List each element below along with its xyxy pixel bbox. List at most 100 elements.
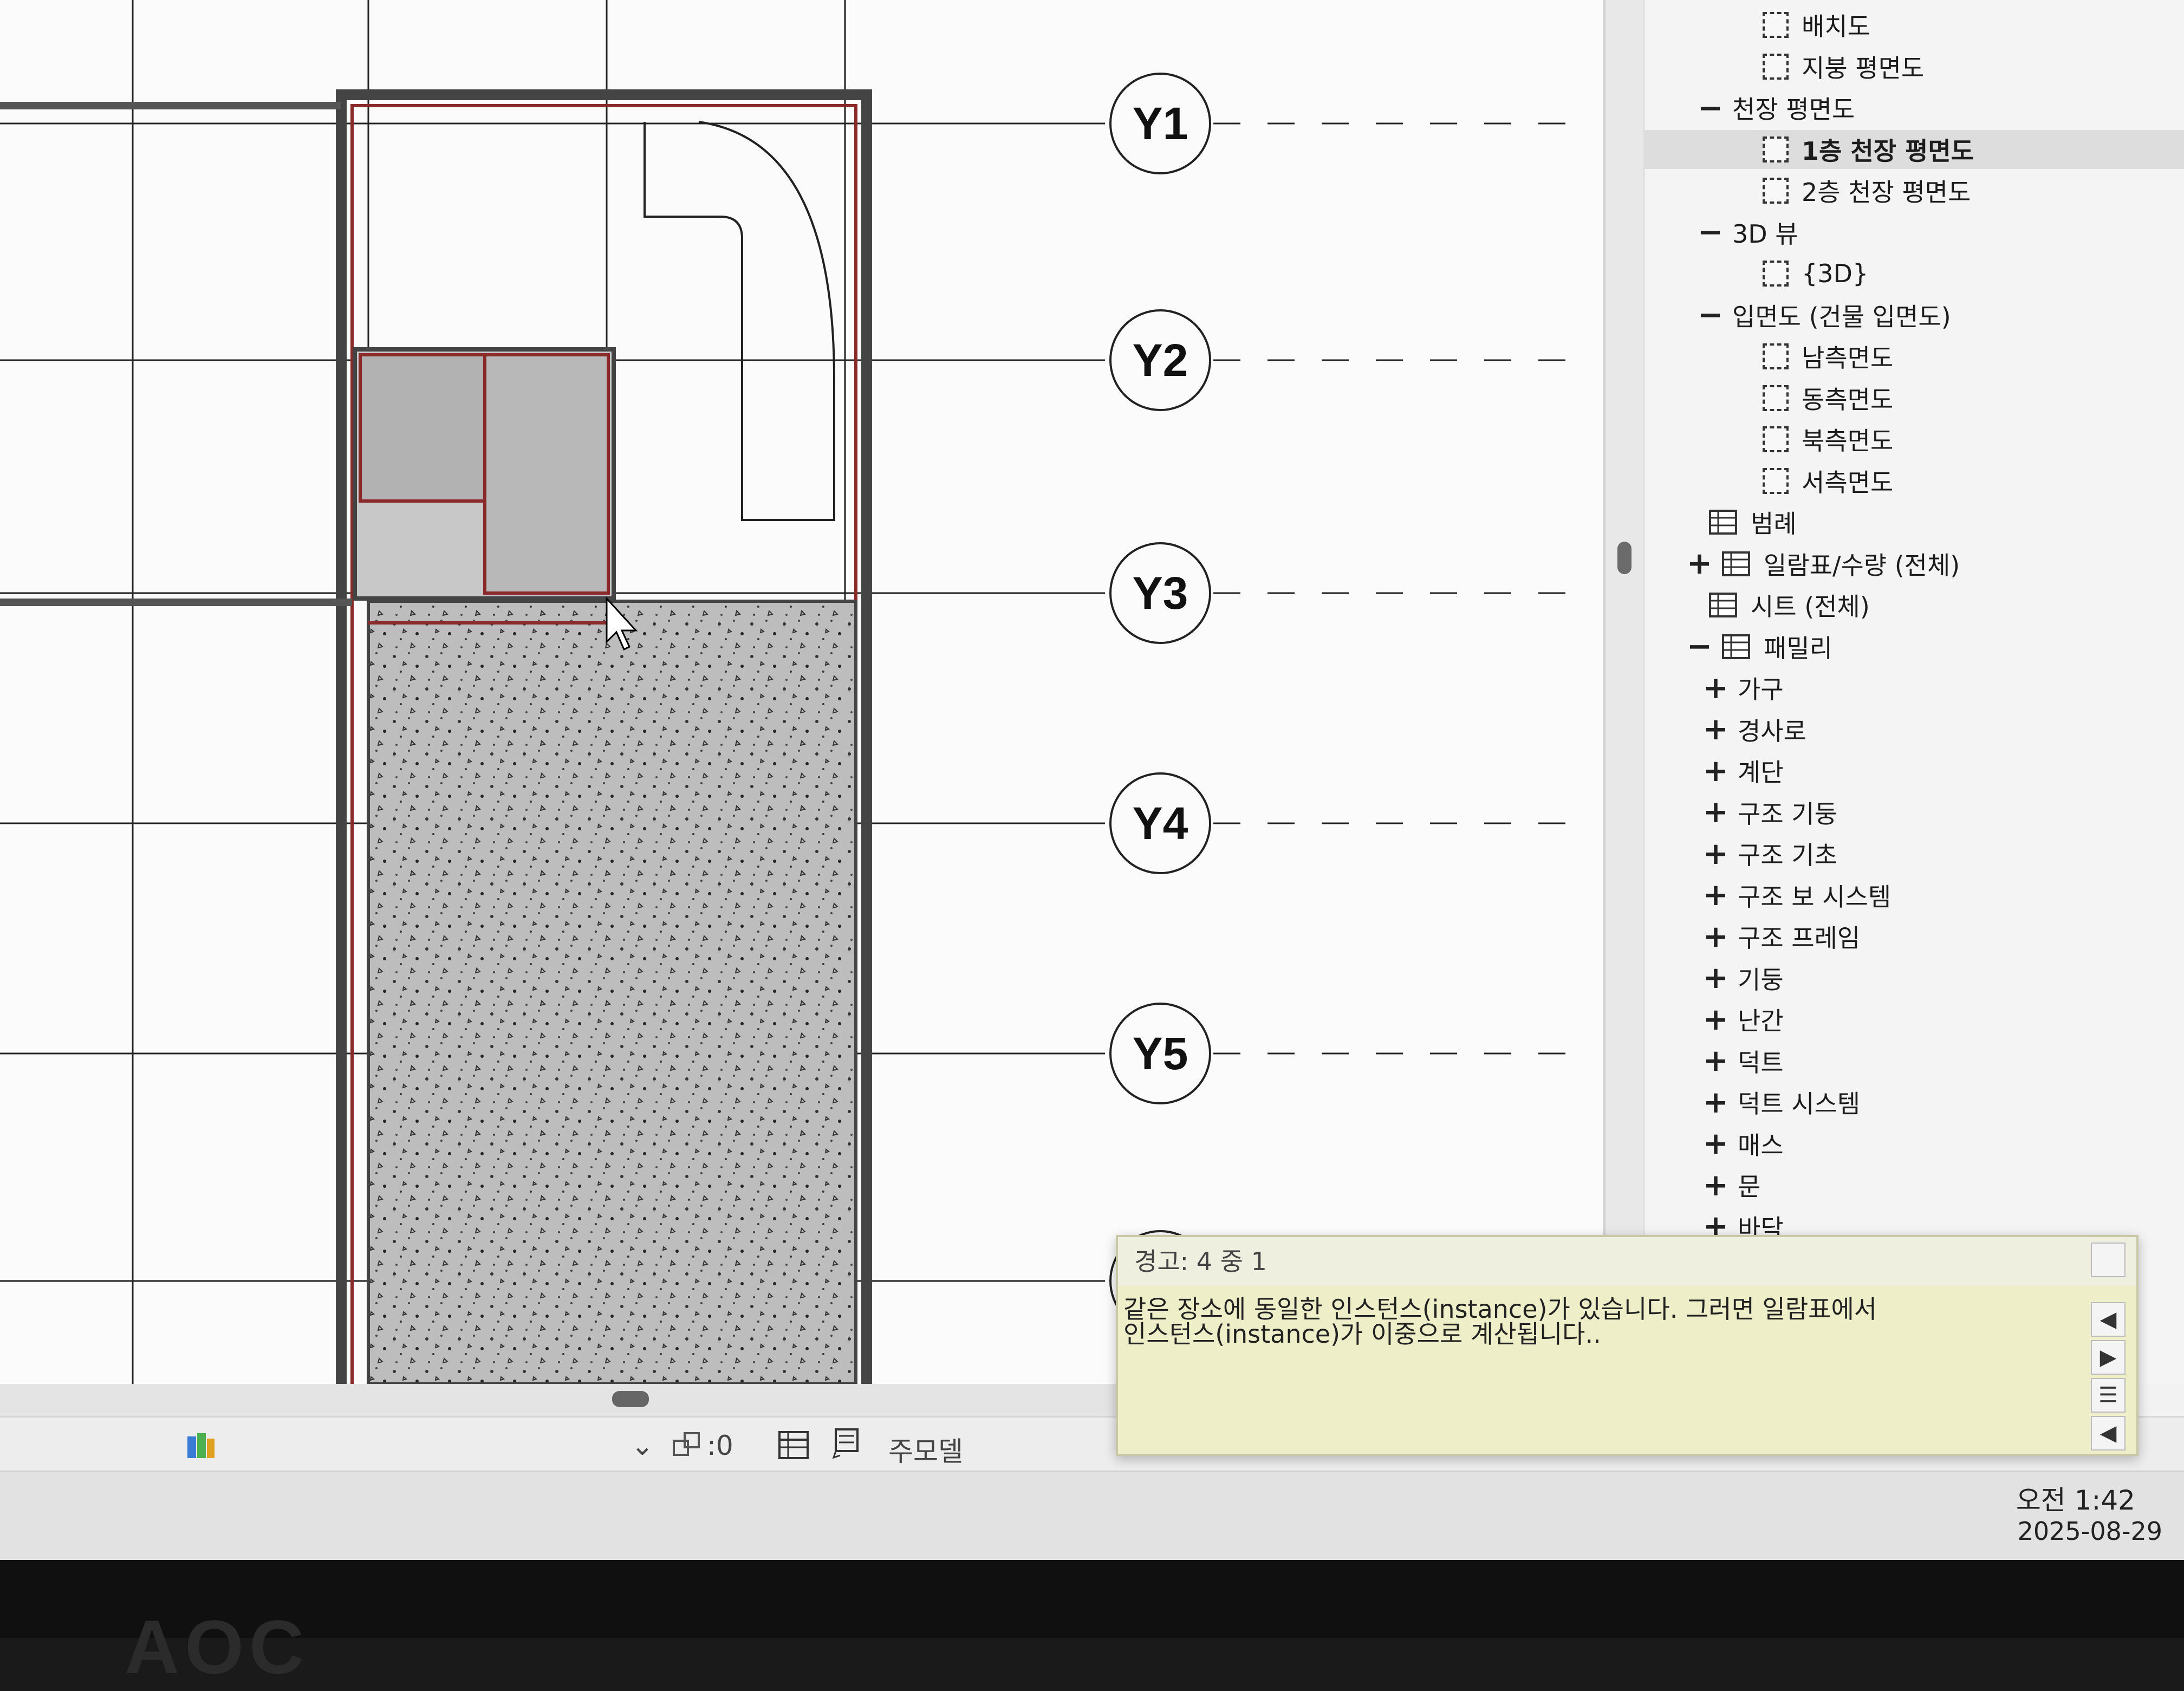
expand-icon[interactable]: + [1687,546,1712,581]
browser-item-label: 매스 [1738,1130,1784,1160]
floor-plan-drawing [0,0,1592,1384]
expand-icon[interactable]: + [1703,836,1728,871]
browser-item[interactable]: − 입면도 (건물 입면도) [1643,296,2184,335]
browser-item[interactable]: + 구조 프레임 [1643,917,2184,956]
project-browser: 배치도지붕 평면도 − 천장 평면도 1층 천장 평면도 2층 천장 평면도 −3D 뷰 {… [1603,0,2184,1384]
browser-item[interactable]: + 구조 보 시스템 [1643,876,2184,915]
warning-message: 같은 장소에 동일한 인스턴스(instance)가 있습니다. 그러면 일람표… [1123,1297,2098,1347]
taskbar-date[interactable]: 2025-08-29 [2018,1517,2162,1546]
view-icon [1763,53,1789,80]
legend-icon [1708,509,1738,535]
browser-tree: 배치도지붕 평면도 − 천장 평면도 1층 천장 평면도 2층 천장 평면도 −3D 뷰 {… [1643,0,2184,1384]
browser-item[interactable]: 1층 천장 평면도 [1643,129,2184,169]
taskbar [0,1471,2184,1560]
browser-item[interactable]: 시트 (전체) [1643,586,2184,625]
warning-message-line-1: 같은 장소에 동일한 인스턴스(instance)가 있습니다. 그러면 일람표… [1123,1295,1877,1324]
expand-icon[interactable]: + [1703,671,1728,706]
selection-filter-icon[interactable] [672,1430,702,1460]
expand-icon[interactable]: + [1703,1043,1728,1078]
browser-item-label: 가구 [1738,675,1784,704]
expand-icon[interactable]: + [1703,712,1728,747]
expand-icon[interactable]: + [1703,1002,1728,1037]
warning-message-line-2: 인스턴스(instance)가 이중으로 계산됩니다.. [1123,1319,1601,1349]
browser-item[interactable]: − 천장 평면도 [1643,88,2184,127]
warning-dialog: 경고: 4 중 1 같은 장소에 동일한 인스턴스(instance)가 있습니… [1116,1235,2138,1456]
browser-item[interactable]: 남측면도 [1643,337,2184,376]
expand-icon[interactable]: + [1703,753,1728,789]
previous-warning-button[interactable]: ◀ [2091,1302,2126,1337]
expand-icon[interactable]: + [1703,960,1728,996]
browser-item[interactable]: + 일람표/수량 (전체) [1643,544,2184,583]
worksharing-icon[interactable] [184,1430,217,1462]
browser-item[interactable]: + 경사로 [1643,710,2184,749]
expand-icon[interactable]: + [1703,919,1728,954]
collapse-icon[interactable]: − [1687,629,1712,664]
browser-item-label: 계단 [1738,758,1784,787]
browser-item-label: 1층 천장 평면도 [1802,136,1974,166]
browser-item[interactable]: 배치도 [1643,5,2184,44]
warning-close-button[interactable] [2091,1243,2126,1277]
vertical-scrollbar[interactable] [1606,0,1644,1384]
expand-icon[interactable]: + [1703,877,1728,913]
browser-item[interactable]: 지붕 평면도 [1643,47,2184,86]
warning-title: 경고: 4 중 1 [1118,1237,2136,1286]
taskbar-time[interactable]: 오전 1:42 [2016,1479,2135,1518]
collapse-icon[interactable]: − [1698,297,1723,333]
browser-item[interactable]: + 덕트 [1643,1042,2184,1081]
monitor-bezel [0,1560,2184,1638]
expand-icon[interactable]: + [1703,1126,1728,1161]
browser-item-label: 범례 [1751,509,1797,538]
vertical-scroll-thumb[interactable] [1617,542,1632,574]
browser-item-label: 구조 보 시스템 [1738,882,1891,912]
expand-icon[interactable]: + [1703,1085,1728,1120]
editable-only-icon[interactable] [831,1427,864,1460]
browser-item[interactable]: + 매스 [1643,1124,2184,1163]
grid-label-y2[interactable]: Y2 [1114,337,1206,383]
view-icon [1763,261,1789,287]
browser-item[interactable]: + 계단 [1643,751,2184,790]
browser-item[interactable]: − 패밀리 [1643,627,2184,666]
browser-item[interactable]: + 문 [1643,1166,2184,1205]
expand-warning-button[interactable]: ☰ [2091,1378,2126,1413]
model-label[interactable]: 주모델 [888,1430,963,1469]
view-icon [1763,178,1789,204]
grid-label-y4[interactable]: Y4 [1114,801,1206,846]
browser-item[interactable]: + 구조 기둥 [1643,793,2184,832]
browser-item-label: {3D} [1802,259,1869,288]
browser-item[interactable]: + 가구 [1643,668,2184,707]
grid-label-y5[interactable]: Y5 [1114,1031,1206,1076]
dropdown-chevron-icon[interactable]: ⌄ [631,1430,654,1461]
grid-dashed-extensions [1213,122,1592,1055]
browser-item[interactable]: 동측면도 [1643,379,2184,418]
grid-label-y1[interactable]: Y1 [1114,101,1206,146]
table-view-icon[interactable] [777,1430,810,1460]
expand-icon[interactable]: + [1703,1168,1728,1203]
floor-slab [367,600,857,1384]
collapse-icon[interactable]: − [1698,214,1723,250]
drawing-canvas[interactable]: Y1 Y2 Y3 Y4 Y5 [0,0,1603,1384]
browser-item[interactable]: 2층 천장 평면도 [1643,171,2184,210]
browser-item-label: 북측면도 [1802,426,1894,456]
browser-item-label: 난간 [1738,1006,1784,1036]
browser-item[interactable]: + 기둥 [1643,959,2184,998]
browser-item-label: 2층 천장 평면도 [1802,178,1971,207]
warning-sound-button[interactable]: ◀ [2091,1416,2126,1451]
collapse-icon[interactable]: − [1698,90,1723,126]
browser-item[interactable]: + 난간 [1643,1000,2184,1039]
view-icon [1763,12,1789,38]
next-warning-button[interactable]: ▶ [2091,1340,2126,1375]
browser-item[interactable]: + 덕트 시스템 [1643,1083,2184,1122]
browser-item[interactable]: 범례 [1643,503,2184,542]
grid-label-y3[interactable]: Y3 [1114,570,1206,616]
browser-item-label: 구조 프레임 [1738,923,1861,953]
browser-item[interactable]: 서측면도 [1643,461,2184,500]
expand-icon[interactable]: + [1703,795,1728,830]
browser-item[interactable]: 북측면도 [1643,420,2184,459]
browser-item[interactable]: {3D} [1643,254,2184,293]
browser-item-label: 시트 (전체) [1751,592,1870,621]
browser-item-label: 지붕 평면도 [1802,53,1925,83]
browser-item[interactable]: + 구조 기초 [1643,834,2184,873]
view-icon [1763,136,1789,162]
horizontal-scroll-thumb[interactable] [612,1391,649,1407]
browser-item[interactable]: −3D 뷰 [1643,213,2184,252]
